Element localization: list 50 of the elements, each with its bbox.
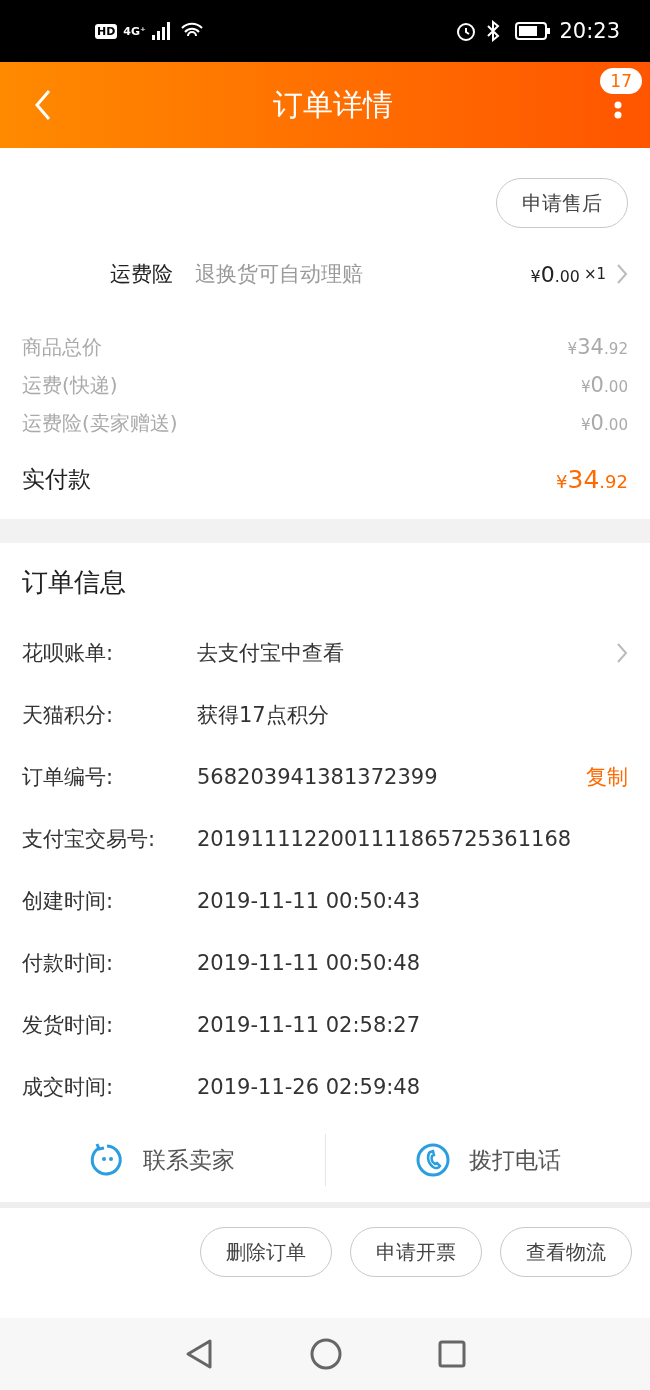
chevron-right-icon bbox=[616, 263, 628, 285]
info-value[interactable]: 去支付宝中查看 bbox=[197, 639, 616, 667]
price-amount: ¥34.92 bbox=[567, 335, 628, 359]
info-label: 天猫积分: bbox=[22, 702, 115, 729]
price-label: 商品总价 bbox=[22, 333, 103, 361]
order-action-button[interactable]: 查看物流 bbox=[500, 1227, 632, 1277]
info-label: 花呗账单: bbox=[22, 640, 115, 667]
insurance-label: 运费险 bbox=[110, 261, 173, 288]
info-label: 创建时间: bbox=[22, 888, 115, 915]
insurance-description: 退换货可自动理赔 bbox=[195, 261, 364, 288]
info-value: 2019-11-26 02:59:48 bbox=[197, 1075, 422, 1099]
phone-icon bbox=[414, 1142, 451, 1178]
chevron-right-icon bbox=[616, 642, 628, 664]
signal-icon bbox=[151, 22, 172, 40]
order-action-button[interactable]: 删除订单 bbox=[200, 1227, 332, 1277]
price-label: 运费险(卖家赠送) bbox=[22, 409, 179, 437]
info-value: 2019-11-11 00:50:48 bbox=[197, 951, 422, 975]
price-amount: ¥34.92 bbox=[556, 465, 628, 494]
price-amount: ¥0.00 bbox=[530, 261, 580, 287]
info-value: 2019-11-11 00:50:43 bbox=[197, 889, 422, 913]
nav-back-icon[interactable] bbox=[184, 1338, 214, 1370]
notification-badge: 17 bbox=[600, 68, 642, 94]
total-label: 实付款 bbox=[22, 465, 92, 494]
info-label: 发货时间: bbox=[22, 1012, 115, 1039]
price-label: 运费(快递) bbox=[22, 371, 119, 399]
battery-icon bbox=[515, 22, 552, 40]
info-label: 付款时间: bbox=[22, 950, 115, 977]
status-indicator: HD bbox=[95, 23, 118, 39]
info-value: 获得17点积分 bbox=[197, 702, 330, 729]
nav-recent-icon[interactable] bbox=[438, 1340, 466, 1368]
price-amount: ¥0.00 bbox=[580, 411, 628, 435]
section-title: 订单信息 bbox=[22, 566, 127, 599]
info-value: 2019111122001111865725361168 bbox=[197, 827, 573, 851]
page-title: 订单详情 bbox=[273, 85, 393, 124]
contact-button[interactable]: 拨打电话 bbox=[325, 1118, 650, 1202]
quantity-text: ×1 bbox=[583, 265, 606, 283]
info-value: 568203941381372399 bbox=[197, 765, 439, 789]
order-action-button[interactable]: 申请开票 bbox=[350, 1227, 482, 1277]
status-indicator: 4G⁺ bbox=[123, 24, 146, 38]
info-label: 成交时间: bbox=[22, 1074, 115, 1101]
alarm-icon bbox=[455, 20, 478, 42]
info-label: 支付宝交易号: bbox=[22, 826, 157, 853]
info-label: 订单编号: bbox=[22, 764, 115, 791]
info-value: 2019-11-11 02:58:27 bbox=[197, 1013, 422, 1037]
after-sale-button[interactable]: 申请售后 bbox=[496, 178, 628, 228]
price-amount: ¥0.00 bbox=[580, 373, 628, 397]
contact-button[interactable]: 联系卖家 bbox=[0, 1118, 325, 1202]
nav-home-icon[interactable] bbox=[310, 1338, 342, 1370]
bluetooth-icon bbox=[485, 20, 502, 42]
clock-time: 20:23 bbox=[559, 19, 620, 43]
